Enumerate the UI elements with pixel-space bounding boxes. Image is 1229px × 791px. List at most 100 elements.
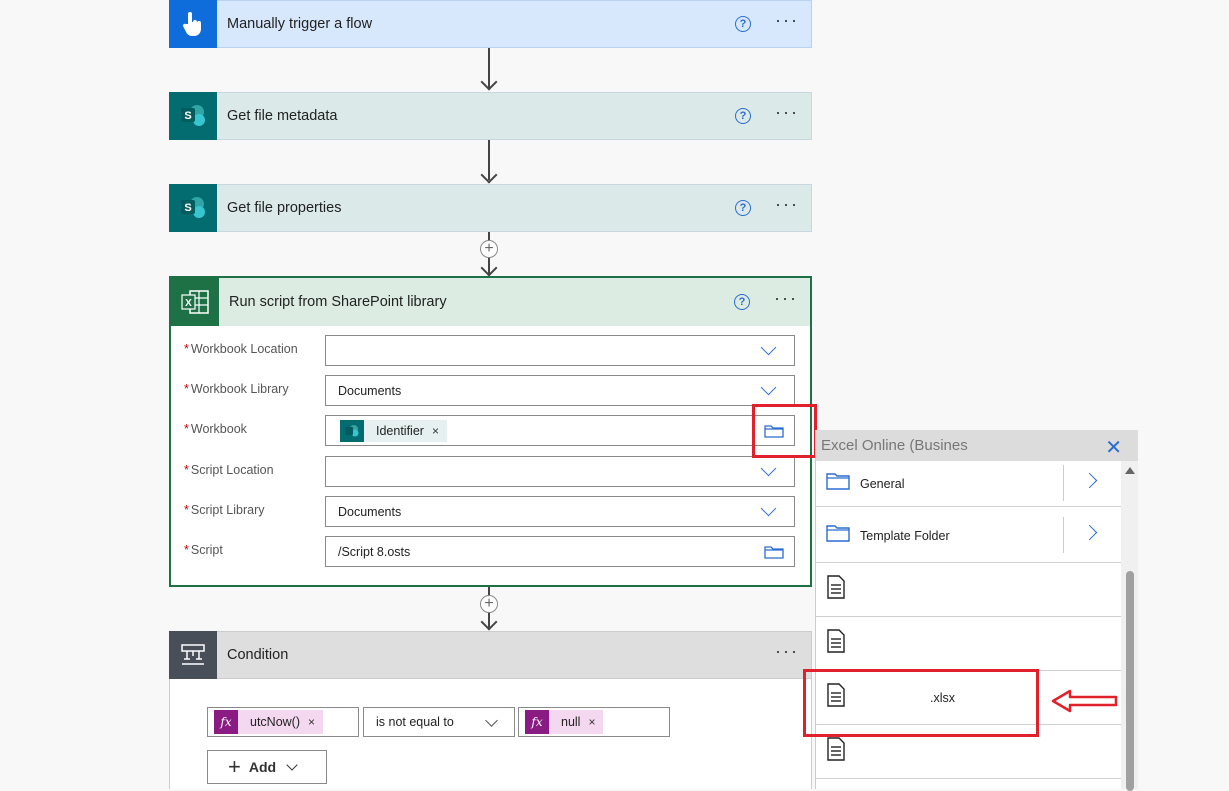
connector-arrow-head xyxy=(480,73,498,91)
folder-browse-icon[interactable] xyxy=(764,545,784,564)
excel-icon: X xyxy=(171,278,219,326)
file-item[interactable] xyxy=(816,563,1121,617)
field-label-script-library: * Script Library xyxy=(184,503,265,517)
file-item[interactable] xyxy=(816,617,1121,671)
field-label-script: * Script xyxy=(184,543,223,557)
expression-token[interactable]: fx null × xyxy=(525,710,604,734)
chevron-right-icon[interactable] xyxy=(1081,472,1098,489)
help-icon[interactable]: ? xyxy=(735,108,752,124)
add-label: Add xyxy=(248,759,277,775)
chevron-down-icon[interactable] xyxy=(760,379,777,396)
expression-token[interactable]: fx utcNow() × xyxy=(214,710,324,734)
label-text: Script Location xyxy=(190,463,274,477)
highlight-box-folder xyxy=(752,404,817,458)
more-options-icon[interactable]: ··· xyxy=(774,289,798,311)
token-label: null xyxy=(561,715,581,729)
help-icon[interactable]: ? xyxy=(734,294,751,310)
chevron-down-icon[interactable] xyxy=(760,460,777,477)
divider xyxy=(1063,517,1064,553)
token-label: Identifier xyxy=(376,424,424,438)
folder-label: Template Folder xyxy=(860,528,950,543)
script-location-dropdown[interactable] xyxy=(325,456,795,487)
chevron-right-icon[interactable] xyxy=(1081,524,1098,541)
folder-icon xyxy=(826,524,850,547)
insert-step-button[interactable]: + xyxy=(480,240,498,258)
field-label-script-location: * Script Location xyxy=(184,463,274,477)
connector-arrow-head xyxy=(480,613,498,631)
highlight-box-xlsx xyxy=(803,669,1039,737)
connector-arrow-head xyxy=(480,166,498,184)
label-text: Script Library xyxy=(190,503,265,517)
more-options-icon[interactable]: ··· xyxy=(775,642,799,664)
card-title: Get file properties xyxy=(227,200,342,216)
folder-icon xyxy=(826,472,850,495)
fx-icon: fx xyxy=(525,710,549,734)
fx-icon: fx xyxy=(214,710,238,734)
card-title: Get file metadata xyxy=(227,108,338,124)
condition-operator-dropdown[interactable]: is not equal to xyxy=(363,707,515,737)
add-condition-button[interactable]: + Add xyxy=(207,750,327,784)
document-icon xyxy=(826,737,846,766)
divider xyxy=(1063,465,1064,501)
workbook-input[interactable]: Identifier × xyxy=(325,415,795,446)
card-title: Run script from SharePoint library xyxy=(229,294,447,310)
condition-right-operand[interactable]: fx null × xyxy=(518,707,670,737)
get-file-properties-card[interactable]: S Get file properties ? ··· xyxy=(169,184,812,232)
insert-step-button[interactable]: + xyxy=(480,595,498,613)
help-icon[interactable]: ? xyxy=(735,200,752,216)
card-title: Manually trigger a flow xyxy=(227,16,373,32)
document-icon xyxy=(826,575,846,604)
script-library-dropdown[interactable]: Documents xyxy=(325,496,795,527)
pointer-arrow-icon xyxy=(1051,689,1118,713)
more-options-icon[interactable]: ··· xyxy=(775,195,799,217)
close-icon[interactable]: ✕ xyxy=(1105,435,1122,460)
document-icon xyxy=(826,629,846,658)
plus-icon: + xyxy=(228,754,241,779)
scrollbar-thumb[interactable] xyxy=(1126,571,1134,791)
folder-label: General xyxy=(860,476,905,491)
label-text: Workbook Location xyxy=(190,342,298,356)
script-input[interactable]: /Script 8.osts xyxy=(325,536,795,567)
chevron-down-icon[interactable] xyxy=(760,500,777,517)
label-text: Workbook xyxy=(190,422,247,436)
more-options-icon[interactable]: ··· xyxy=(775,11,799,33)
field-value: Documents xyxy=(338,383,402,398)
remove-token-icon[interactable]: × xyxy=(308,715,315,729)
scroll-up-arrow-icon[interactable] xyxy=(1125,467,1135,474)
chevron-down-icon[interactable] xyxy=(760,339,777,356)
required-marker: * xyxy=(184,503,189,517)
svg-text:X: X xyxy=(185,298,192,309)
remove-token-icon[interactable]: × xyxy=(432,424,439,438)
chevron-down-icon[interactable] xyxy=(485,714,498,727)
folder-item-template[interactable]: Template Folder xyxy=(816,509,1121,563)
sharepoint-icon: S xyxy=(169,184,217,232)
label-text: Workbook Library xyxy=(190,382,289,396)
remove-token-icon[interactable]: × xyxy=(588,715,595,729)
help-icon[interactable]: ? xyxy=(735,16,752,32)
svg-text:S: S xyxy=(184,110,191,122)
operator-value: is not equal to xyxy=(376,715,454,729)
condition-card[interactable]: Condition ··· xyxy=(169,631,812,679)
sharepoint-icon: S xyxy=(169,92,217,140)
svg-text:S: S xyxy=(184,202,191,214)
folder-item-general[interactable]: General xyxy=(816,461,1121,507)
workbook-library-dropdown[interactable]: Documents xyxy=(325,375,795,406)
workbook-location-dropdown[interactable] xyxy=(325,335,795,366)
label-text: Script xyxy=(190,543,223,557)
scrollbar[interactable] xyxy=(1121,461,1138,791)
dynamic-content-token[interactable]: Identifier × xyxy=(340,420,447,442)
field-value: /Script 8.osts xyxy=(338,544,411,559)
condition-icon xyxy=(169,631,217,679)
required-marker: * xyxy=(184,342,189,356)
more-options-icon[interactable]: ··· xyxy=(775,103,799,125)
trigger-card[interactable]: Manually trigger a flow ? ··· xyxy=(169,0,812,48)
field-label-workbook: * Workbook xyxy=(184,422,247,436)
condition-left-operand[interactable]: fx utcNow() × xyxy=(207,707,359,737)
hand-tap-icon xyxy=(169,0,217,48)
file-picker-title: Excel Online (Busines xyxy=(821,437,968,454)
get-file-metadata-card[interactable]: S Get file metadata ? ··· xyxy=(169,92,812,140)
card-title: Condition xyxy=(227,647,289,663)
field-label-workbook-library: * Workbook Library xyxy=(184,382,289,396)
required-marker: * xyxy=(184,463,189,477)
required-marker: * xyxy=(184,543,189,557)
